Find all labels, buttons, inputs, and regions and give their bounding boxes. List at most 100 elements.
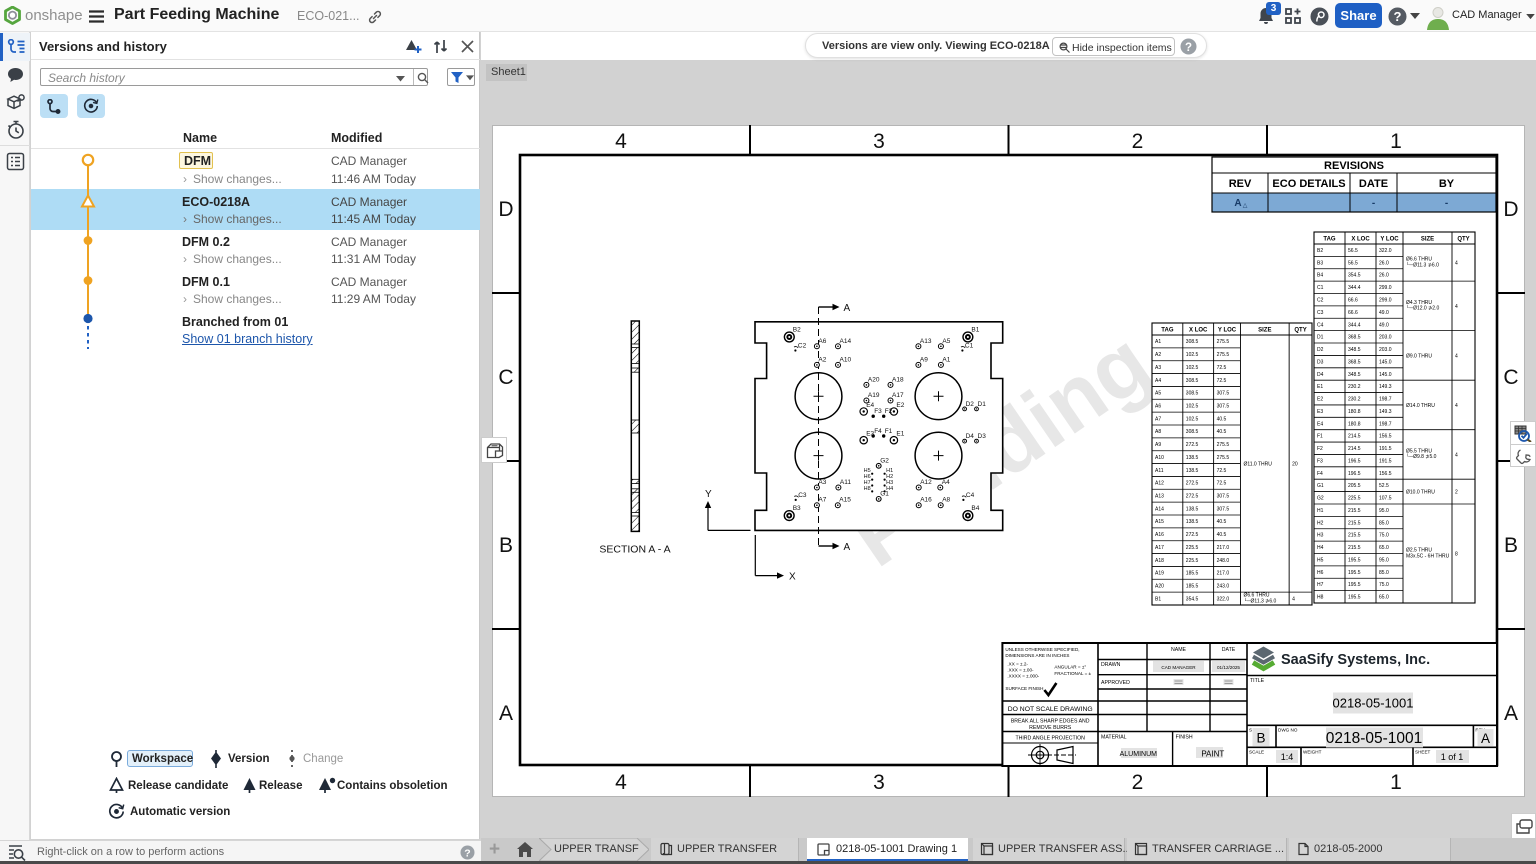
svg-text:214.5: 214.5 — [1348, 434, 1361, 440]
svg-text:4: 4 — [1455, 304, 1458, 310]
svg-text:C3: C3 — [1317, 310, 1324, 316]
svg-text:C1: C1 — [1317, 285, 1324, 291]
svg-text:A3: A3 — [818, 479, 826, 486]
svg-text:275.5: 275.5 — [1217, 352, 1230, 358]
svg-text:348.5: 348.5 — [1348, 347, 1361, 353]
svg-text:A20: A20 — [868, 376, 880, 383]
svg-text:272.5: 272.5 — [1186, 481, 1199, 487]
svg-text:└─Ø12.0 ⊅2.0: └─Ø12.0 ⊅2.0 — [1406, 305, 1439, 312]
svg-text:149.3: 149.3 — [1379, 384, 1392, 390]
svg-text:A8: A8 — [1155, 429, 1161, 435]
svg-text:D4: D4 — [966, 433, 975, 440]
svg-text:4: 4 — [1455, 353, 1458, 359]
svg-text:A11: A11 — [1155, 468, 1164, 474]
svg-text:B3: B3 — [793, 505, 801, 512]
svg-text:272.5: 272.5 — [1186, 494, 1199, 500]
svg-text:H2: H2 — [1317, 520, 1324, 526]
svg-text:191.5: 191.5 — [1379, 446, 1392, 452]
svg-text:72.5: 72.5 — [1217, 468, 1227, 474]
svg-text:72.5: 72.5 — [1217, 365, 1227, 371]
svg-text:214.5: 214.5 — [1348, 446, 1361, 452]
svg-text:195.5: 195.5 — [1348, 582, 1361, 588]
svg-text:A18: A18 — [892, 376, 904, 383]
svg-text:E1: E1 — [896, 431, 904, 438]
svg-text:A14: A14 — [840, 338, 852, 345]
svg-text:72.5: 72.5 — [1217, 481, 1227, 487]
svg-text:└─Ø11.3 ⊅6.0: └─Ø11.3 ⊅6.0 — [1406, 261, 1439, 268]
svg-text:95.0: 95.0 — [1379, 557, 1389, 563]
svg-text:C: C — [498, 366, 513, 389]
svg-text:107.5: 107.5 — [1379, 496, 1392, 502]
svg-text:A8: A8 — [942, 497, 950, 504]
svg-text:0218-05-1001: 0218-05-1001 — [1326, 730, 1423, 747]
svg-text:4: 4 — [1455, 403, 1458, 409]
svg-text:40.5: 40.5 — [1217, 429, 1227, 435]
svg-text:D: D — [498, 198, 513, 221]
svg-text:354.5: 354.5 — [1348, 273, 1361, 279]
svg-text:Ø14.0 THRU: Ø14.0 THRU — [1406, 403, 1435, 409]
svg-text:REMOVE BURRS: REMOVE BURRS — [1029, 725, 1072, 731]
svg-text:72.5: 72.5 — [1217, 378, 1227, 384]
svg-text:A20: A20 — [1155, 584, 1164, 590]
svg-text:SECTION A - A: SECTION A - A — [599, 544, 670, 556]
svg-text:C4: C4 — [966, 492, 975, 499]
svg-text:A: A — [1234, 198, 1241, 209]
svg-text:0218-05-1001: 0218-05-1001 — [1333, 696, 1414, 711]
svg-text:138.5: 138.5 — [1186, 519, 1199, 525]
svg-text:DRAWN: DRAWN — [1101, 662, 1121, 668]
svg-text:?: ? — [1185, 42, 1192, 54]
svg-text:B1: B1 — [1155, 596, 1161, 602]
svg-text:3: 3 — [873, 771, 885, 794]
svg-text:20: 20 — [1292, 462, 1298, 468]
svg-text:4: 4 — [1455, 261, 1458, 267]
svg-text:66.6: 66.6 — [1348, 298, 1358, 304]
svg-text:01/12/2025: 01/12/2025 — [1217, 665, 1240, 670]
svg-text:195.5: 195.5 — [1348, 595, 1361, 601]
svg-text:2: 2 — [1455, 490, 1458, 496]
svg-text:D: D — [1503, 198, 1518, 221]
svg-text:A13: A13 — [920, 338, 932, 345]
svg-text:66.6: 66.6 — [1348, 310, 1358, 316]
svg-text:A7: A7 — [818, 497, 826, 504]
svg-text:B: B — [499, 534, 513, 557]
svg-text:DIMENSIONS ARE IN INCHES: DIMENSIONS ARE IN INCHES — [1005, 653, 1069, 658]
svg-text:SURFACE FINISH: SURFACE FINISH — [1005, 686, 1043, 691]
svg-text:A19: A19 — [868, 392, 880, 399]
svg-text:195.5: 195.5 — [1348, 570, 1361, 576]
svg-text:230.2: 230.2 — [1348, 397, 1361, 403]
svg-text:75.0: 75.0 — [1379, 582, 1389, 588]
svg-text:272.5: 272.5 — [1186, 532, 1199, 538]
svg-text:A16: A16 — [920, 497, 932, 504]
svg-text:E3: E3 — [1317, 409, 1323, 415]
svg-text:198.7: 198.7 — [1379, 421, 1392, 427]
svg-text:A13: A13 — [1155, 494, 1164, 500]
svg-text:75.0: 75.0 — [1379, 533, 1389, 539]
svg-text:102.5: 102.5 — [1186, 352, 1199, 358]
svg-text:M3x.5C - 6H THRU: M3x.5C - 6H THRU — [1406, 553, 1450, 559]
svg-text:307.5: 307.5 — [1217, 494, 1230, 500]
svg-text:196.5: 196.5 — [1348, 458, 1361, 464]
svg-text:DWG NO: DWG NO — [1278, 728, 1298, 733]
svg-text:225.5: 225.5 — [1348, 496, 1361, 502]
svg-text:F3: F3 — [874, 408, 882, 415]
svg-text:TITLE: TITLE — [1250, 678, 1265, 684]
svg-text:308.5: 308.5 — [1186, 391, 1199, 397]
svg-text:95.0: 95.0 — [1379, 508, 1389, 514]
svg-text:26.0: 26.0 — [1379, 273, 1389, 279]
svg-text:F1: F1 — [885, 428, 893, 435]
svg-text:A17: A17 — [1155, 545, 1164, 551]
svg-text:196.5: 196.5 — [1348, 471, 1361, 477]
svg-text:H8: H8 — [1317, 595, 1324, 601]
svg-text:G2: G2 — [880, 457, 889, 464]
svg-text:243.0: 243.0 — [1217, 584, 1230, 590]
svg-text:A6: A6 — [1155, 404, 1161, 410]
svg-text:A9: A9 — [1155, 442, 1161, 448]
svg-text:299.0: 299.0 — [1379, 298, 1392, 304]
svg-text:145.0: 145.0 — [1379, 372, 1392, 378]
svg-text:B1: B1 — [971, 327, 979, 334]
svg-text:A: A — [1504, 702, 1518, 725]
svg-text:156.5: 156.5 — [1379, 434, 1392, 440]
svg-text:H7: H7 — [1317, 582, 1324, 588]
svg-text:F3: F3 — [1317, 458, 1323, 464]
svg-text:307.5: 307.5 — [1217, 391, 1230, 397]
